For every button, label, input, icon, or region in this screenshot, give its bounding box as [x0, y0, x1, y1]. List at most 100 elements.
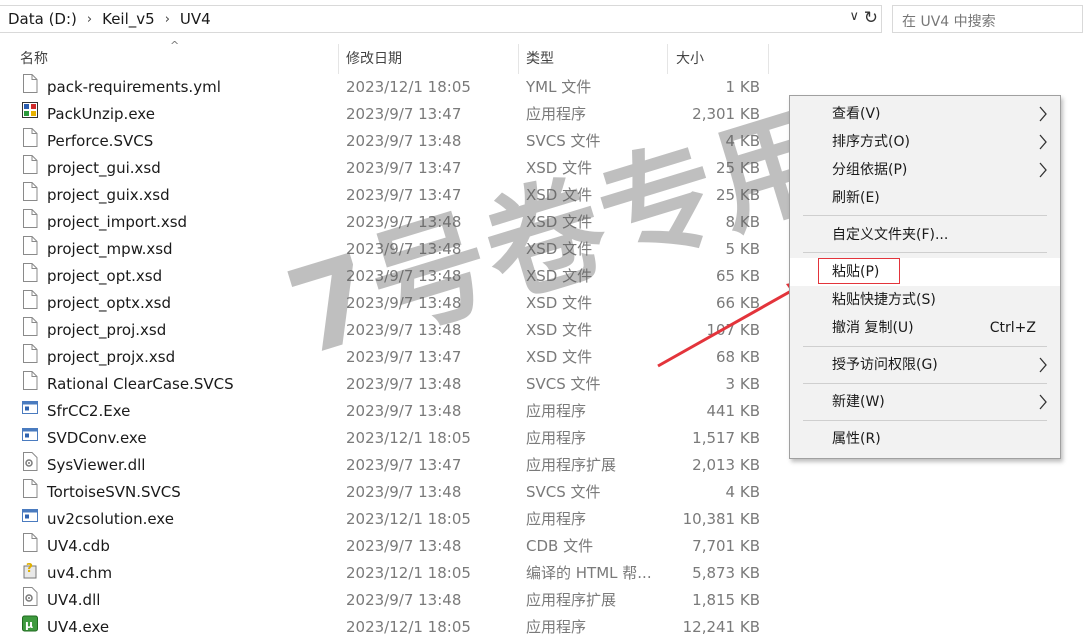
menu-item-customize-folder[interactable]: 自定义文件夹(F)... [790, 221, 1060, 249]
file-row[interactable]: μ UV4.exe 2023/12/1 18:05 应用程序 12,241 KB [0, 614, 780, 641]
file-name: project_import.xsd [47, 213, 188, 231]
column-divider[interactable] [518, 44, 519, 74]
column-header-name[interactable]: 名称 [20, 44, 48, 74]
file-type: XSD 文件 [526, 294, 593, 312]
breadcrumb-keil[interactable]: Keil_v5 [96, 10, 161, 28]
document-icon [22, 371, 38, 398]
column-divider[interactable] [667, 44, 668, 74]
menu-item-view[interactable]: 查看(V) [790, 100, 1060, 128]
help-file-icon: ? [22, 560, 38, 587]
chevron-right-icon [1039, 357, 1047, 373]
file-date: 2023/9/7 13:48 [346, 375, 462, 393]
menu-item-label: 刷新(E) [832, 190, 880, 206]
breadcrumb-drive[interactable]: Data (D:) [0, 10, 83, 28]
file-size: 25 KB [716, 186, 760, 204]
column-header-size[interactable]: 大小 [676, 44, 704, 74]
file-row[interactable]: project_opt.xsd 2023/9/7 13:48 XSD 文件 65 KB [0, 263, 780, 290]
file-row[interactable]: SfrCC2.Exe 2023/9/7 13:48 应用程序 441 KB [0, 398, 780, 425]
document-icon [22, 344, 38, 371]
file-type: YML 文件 [526, 78, 592, 96]
chevron-right-icon [1039, 162, 1047, 178]
file-row[interactable]: project_mpw.xsd 2023/9/7 13:48 XSD 文件 5 KB [0, 236, 780, 263]
menu-item-properties[interactable]: 属性(R) [790, 425, 1060, 453]
menu-item-sort-by[interactable]: 排序方式(O) [790, 128, 1060, 156]
file-name: SysViewer.dll [47, 456, 146, 474]
menu-item-undo-copy[interactable]: 撤消 复制(U) Ctrl+Z [790, 314, 1060, 342]
file-row[interactable]: project_optx.xsd 2023/9/7 13:48 XSD 文件 66 K… [0, 290, 780, 317]
file-name: PackUnzip.exe [47, 105, 155, 123]
file-row[interactable]: uv2csolution.exe 2023/12/1 18:05 应用程序 10,38… [0, 506, 780, 533]
address-bar[interactable]: Data (D:) › Keil_v5 › UV4 ∨ ↻ [0, 5, 882, 33]
breadcrumb-uv4[interactable]: UV4 [174, 10, 217, 28]
file-size: 441 KB [706, 402, 760, 420]
file-size: 3 KB [725, 375, 760, 393]
menu-item-new[interactable]: 新建(W) [790, 388, 1060, 416]
svg-text:μ: μ [25, 618, 33, 631]
file-row[interactable]: UV4.cdb 2023/9/7 13:48 CDB 文件 7,701 KB [0, 533, 780, 560]
document-icon [22, 263, 38, 290]
file-row[interactable]: project_gui.xsd 2023/9/7 13:47 XSD 文件 25 KB [0, 155, 780, 182]
file-name: project_projx.xsd [47, 348, 176, 366]
column-header-type[interactable]: 类型 [526, 44, 554, 74]
column-header-date[interactable]: 修改日期 [346, 44, 402, 74]
file-row[interactable]: Rational ClearCase.SVCS 2023/9/7 13:48 SVC… [0, 371, 780, 398]
column-divider[interactable] [768, 44, 769, 74]
file-row[interactable]: TortoiseSVN.SVCS 2023/9/7 13:48 SVCS 文件 4 K… [0, 479, 780, 506]
file-type: 应用程序 [526, 618, 587, 636]
document-icon [22, 74, 38, 101]
sort-ascending-icon: ^ [170, 39, 180, 52]
file-row[interactable]: project_import.xsd 2023/9/7 13:48 XSD 文件 8 … [0, 209, 780, 236]
file-row[interactable]: project_guix.xsd 2023/9/7 13:47 XSD 文件 25 K… [0, 182, 780, 209]
menu-item-paste-shortcut[interactable]: 粘贴快捷方式(S) [790, 286, 1060, 314]
file-size: 5,873 KB [692, 564, 760, 582]
column-divider[interactable] [338, 44, 339, 74]
file-name: uv2csolution.exe [47, 510, 174, 528]
file-date: 2023/9/7 13:48 [346, 321, 462, 339]
file-row[interactable]: project_projx.xsd 2023/9/7 13:47 XSD 文件 68 … [0, 344, 780, 371]
file-row[interactable]: ? uv4.chm 2023/12/1 18:05 编译的 HTML 帮... 5,87… [0, 560, 780, 587]
file-type: XSD 文件 [526, 159, 593, 177]
menu-item-give-access[interactable]: 授予访问权限(G) [790, 351, 1060, 379]
address-toolbar: Data (D:) › Keil_v5 › UV4 ∨ ↻ 在 UV4 中搜索 [0, 0, 1083, 40]
file-row[interactable]: Perforce.SVCS 2023/9/7 13:48 SVCS 文件 4 KB [0, 128, 780, 155]
file-date: 2023/9/7 13:48 [346, 537, 462, 555]
file-row[interactable]: UV4.dll 2023/9/7 13:48 应用程序扩展 1,815 KB [0, 587, 780, 614]
menu-item-refresh[interactable]: 刷新(E) [790, 184, 1060, 212]
paste-highlight-box [818, 258, 900, 284]
column-headers: ^ 名称 修改日期 类型 大小 [0, 39, 780, 74]
file-size: 68 KB [716, 348, 760, 366]
file-date: 2023/9/7 13:48 [346, 591, 462, 609]
menu-item-label: 自定义文件夹(F)... [832, 227, 949, 243]
file-date: 2023/9/7 13:48 [346, 240, 462, 258]
file-name: UV4.dll [47, 591, 101, 609]
file-date: 2023/9/7 13:47 [346, 186, 462, 204]
file-date: 2023/9/7 13:47 [346, 456, 462, 474]
file-size: 5 KB [725, 240, 760, 258]
dll-icon [22, 587, 38, 614]
document-icon [22, 236, 38, 263]
menu-separator [803, 383, 1047, 384]
file-name: project_guix.xsd [47, 186, 170, 204]
document-icon [22, 479, 38, 506]
file-size: 8 KB [725, 213, 760, 231]
file-row[interactable]: project_proj.xsd 2023/9/7 13:48 XSD 文件 107 … [0, 317, 780, 344]
file-row[interactable]: SVDConv.exe 2023/12/1 18:05 应用程序 1,517 KB [0, 425, 780, 452]
chevron-right-icon [1039, 134, 1047, 150]
menu-separator [803, 346, 1047, 347]
menu-separator [803, 215, 1047, 216]
menu-item-group-by[interactable]: 分组依据(P) [790, 156, 1060, 184]
refresh-icon[interactable]: ↻ [864, 8, 878, 28]
breadcrumb-separator-icon[interactable]: › [161, 12, 174, 27]
breadcrumb-separator-icon[interactable]: › [83, 12, 96, 27]
search-input[interactable]: 在 UV4 中搜索 [892, 5, 1083, 33]
application-icon [22, 398, 38, 425]
menu-item-label: 撤消 复制(U) [832, 320, 914, 336]
document-icon [22, 317, 38, 344]
menu-separator [803, 252, 1047, 253]
chevron-down-icon[interactable]: ∨ [849, 9, 859, 24]
file-row[interactable]: SysViewer.dll 2023/9/7 13:47 应用程序扩展 2,013 K… [0, 452, 780, 479]
file-type: XSD 文件 [526, 348, 593, 366]
file-date: 2023/12/1 18:05 [346, 510, 471, 528]
file-row[interactable]: pack-requirements.yml 2023/12/1 18:05 YML … [0, 74, 780, 101]
file-row[interactable]: PackUnzip.exe 2023/9/7 13:47 应用程序 2,301 KB [0, 101, 780, 128]
